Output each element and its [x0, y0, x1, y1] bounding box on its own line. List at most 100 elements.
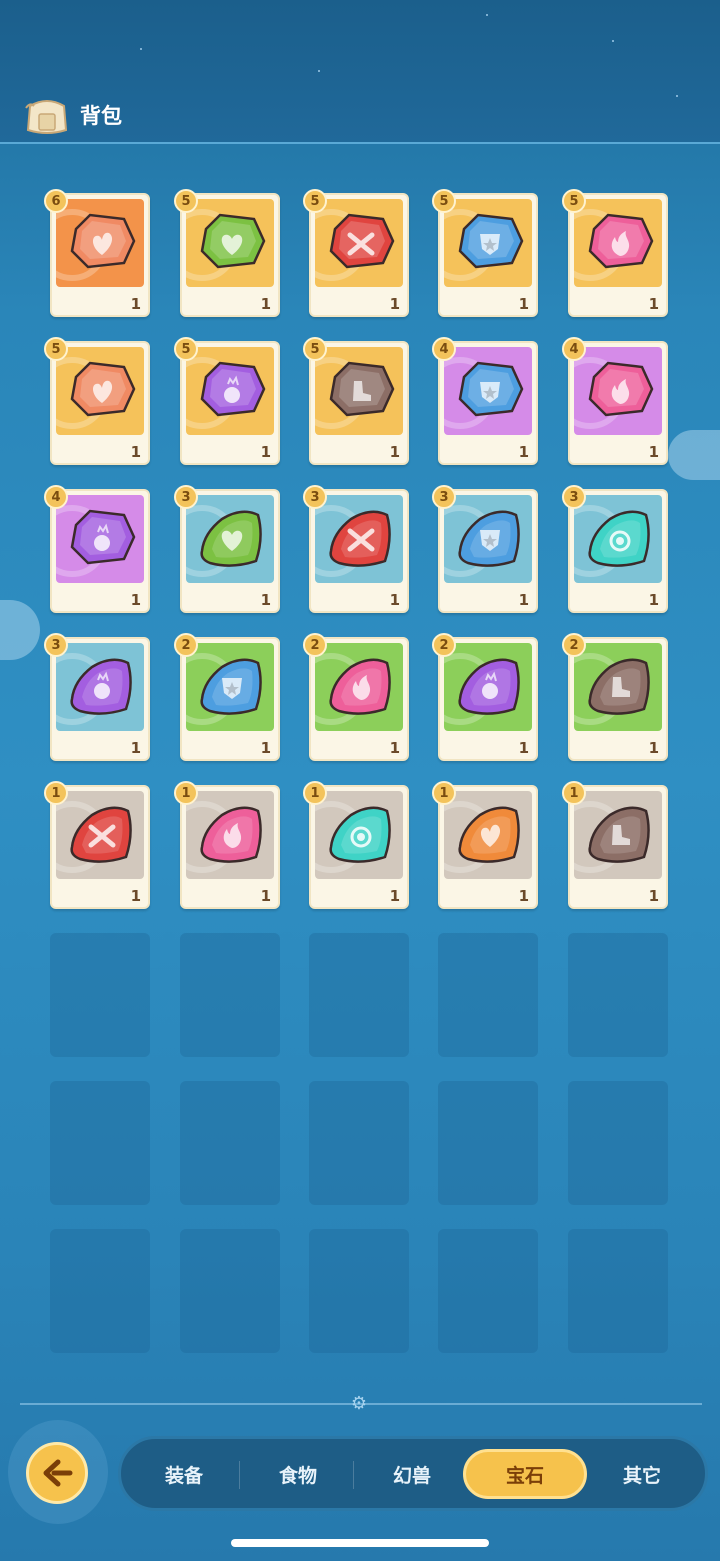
- level-badge: 1: [303, 781, 327, 805]
- gem-slot[interactable]: 11: [562, 781, 668, 909]
- boot-gem-icon: [329, 361, 395, 417]
- target-gem-icon: [588, 510, 650, 567]
- empty-slot: [438, 1081, 538, 1205]
- empty-slot: [568, 1229, 668, 1353]
- gem-slot[interactable]: 31: [432, 485, 538, 613]
- quantity-label: 1: [389, 591, 400, 609]
- fire-gem-icon: [588, 361, 654, 417]
- quantity-label: 1: [389, 443, 400, 461]
- tab-label: 其它: [622, 1464, 661, 1487]
- quantity-label: 1: [648, 739, 659, 757]
- gem-slot[interactable]: 41: [44, 485, 150, 613]
- quantity-label: 1: [130, 443, 141, 461]
- star-decoration: [676, 95, 678, 97]
- gem-slot[interactable]: 31: [303, 485, 409, 613]
- shield-star-gem-icon: [200, 658, 262, 715]
- level-badge: 1: [44, 781, 68, 805]
- gem-slot[interactable]: 41: [562, 337, 668, 465]
- empty-slot: [568, 933, 668, 1057]
- tab-equipment[interactable]: 装备: [129, 1449, 239, 1499]
- level-badge: 5: [303, 337, 327, 361]
- tab-label: 幻兽: [392, 1464, 431, 1487]
- cloud-decoration: [668, 430, 720, 480]
- empty-slot: [438, 1229, 538, 1353]
- gem-slot[interactable]: 61: [44, 189, 150, 317]
- tab-beasts[interactable]: 幻兽: [357, 1449, 467, 1499]
- gem-slot[interactable]: 51: [303, 189, 409, 317]
- orb-gem-icon: [70, 658, 132, 715]
- heart-gem-icon: [200, 510, 262, 567]
- level-badge: 4: [44, 485, 68, 509]
- tab-gems[interactable]: 宝石: [463, 1449, 587, 1499]
- gem-slot[interactable]: 31: [44, 633, 150, 761]
- fire-gem-icon: [200, 806, 262, 863]
- heart-flame-gem-icon: [458, 806, 520, 863]
- swords-gem-icon: [329, 510, 391, 567]
- tab-separator: [239, 1461, 240, 1489]
- gem-slot[interactable]: 41: [432, 337, 538, 465]
- shield-star-gem-icon: [458, 213, 524, 269]
- gem-slot[interactable]: 21: [303, 633, 409, 761]
- gem-slot[interactable]: 51: [174, 189, 280, 317]
- page-title: 背包: [80, 104, 122, 128]
- level-badge: 1: [432, 781, 456, 805]
- gem-slot[interactable]: 21: [432, 633, 538, 761]
- back-button[interactable]: [26, 1442, 88, 1504]
- gem-slot[interactable]: 31: [562, 485, 668, 613]
- level-badge: 5: [562, 189, 586, 213]
- empty-slot: [180, 933, 280, 1057]
- quantity-label: 1: [518, 887, 529, 905]
- empty-slot: [309, 933, 409, 1057]
- quantity-label: 1: [648, 887, 659, 905]
- level-badge: 4: [432, 337, 456, 361]
- backpack-icon: [25, 100, 68, 134]
- quantity-label: 1: [260, 739, 271, 757]
- heart-flame-gem-icon: [70, 361, 136, 417]
- gem-slot[interactable]: 11: [432, 781, 538, 909]
- quantity-label: 1: [389, 295, 400, 313]
- tab-other[interactable]: 其它: [587, 1449, 697, 1499]
- level-badge: 3: [432, 485, 456, 509]
- tab-separator: [353, 1461, 354, 1489]
- level-badge: 5: [432, 189, 456, 213]
- empty-slot: [438, 933, 538, 1057]
- quantity-label: 1: [648, 591, 659, 609]
- star-decoration: [140, 48, 142, 50]
- quantity-label: 1: [518, 739, 529, 757]
- gem-slot[interactable]: 11: [174, 781, 280, 909]
- gem-slot[interactable]: 21: [562, 633, 668, 761]
- tab-label: 食物: [278, 1464, 317, 1487]
- fire-gem-icon: [329, 658, 391, 715]
- gem-slot[interactable]: 11: [303, 781, 409, 909]
- quantity-label: 1: [648, 443, 659, 461]
- gem-slot[interactable]: 31: [174, 485, 280, 613]
- boot-gem-icon: [588, 658, 650, 715]
- gem-slot[interactable]: 51: [174, 337, 280, 465]
- category-tab-bar: 装备 食物 幻兽 宝石 其它: [118, 1436, 708, 1511]
- gem-slot[interactable]: 51: [44, 337, 150, 465]
- empty-slot: [309, 1229, 409, 1353]
- gem-slot[interactable]: 51: [432, 189, 538, 317]
- gem-slot[interactable]: 11: [44, 781, 150, 909]
- level-badge: 5: [303, 189, 327, 213]
- level-badge: 3: [44, 633, 68, 657]
- quantity-label: 1: [260, 591, 271, 609]
- empty-slot: [309, 1081, 409, 1205]
- star-decoration: [612, 40, 614, 42]
- cloud-decoration: [0, 600, 40, 660]
- heart-gem-icon: [200, 213, 266, 269]
- swords-gem-icon: [329, 213, 395, 269]
- gem-slot[interactable]: 21: [174, 633, 280, 761]
- empty-slot: [180, 1081, 280, 1205]
- gem-slot[interactable]: 51: [562, 189, 668, 317]
- swords-gem-icon: [70, 806, 132, 863]
- orb-gem-icon: [458, 658, 520, 715]
- gem-slot[interactable]: 51: [303, 337, 409, 465]
- target-gem-icon: [329, 806, 391, 863]
- level-badge: 2: [432, 633, 456, 657]
- level-badge: 3: [174, 485, 198, 509]
- quantity-label: 1: [389, 739, 400, 757]
- empty-slot: [50, 1081, 150, 1205]
- level-badge: 3: [562, 485, 586, 509]
- tab-food[interactable]: 食物: [243, 1449, 353, 1499]
